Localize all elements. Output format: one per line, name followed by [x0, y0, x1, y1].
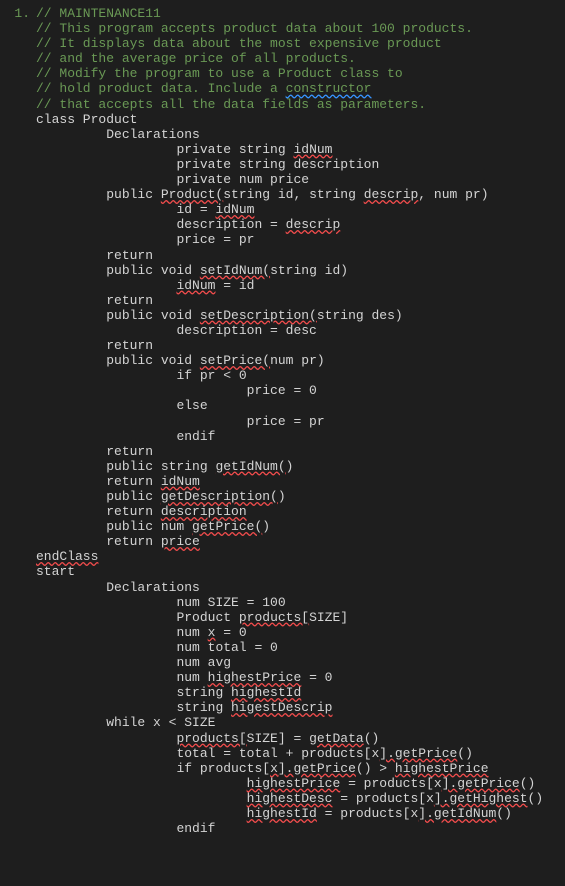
code-line: // hold product data. Include a construc… — [36, 81, 543, 96]
code-line: highestPrice = products[x].getPrice() — [36, 776, 543, 791]
code-line: price = pr — [36, 414, 543, 429]
code-line: private string description — [36, 157, 543, 172]
code-line: total = total + products[x].getPrice() — [36, 746, 543, 761]
code-line: public Product(string id, string descrip… — [36, 187, 543, 202]
code-line: return — [36, 338, 543, 353]
code-line: // that accepts all the data fields as p… — [36, 97, 543, 112]
code-line: class Product — [36, 112, 543, 127]
code-line: endClass — [36, 549, 543, 564]
code-line: return description — [36, 504, 543, 519]
code-line: // This program accepts product data abo… — [36, 21, 543, 36]
code-line: private string idNum — [36, 142, 543, 157]
code-line: public void setDescription(string des) — [36, 308, 543, 323]
line-number: 1. — [14, 6, 30, 21]
code-line: num avg — [36, 655, 543, 670]
code-line: price = 0 — [36, 383, 543, 398]
code-line: endif — [36, 821, 543, 836]
code-line: public string getIdNum() — [36, 459, 543, 474]
code-line: Product products[SIZE] — [36, 610, 543, 625]
code-line: if products[x].getPrice() > highestPrice — [36, 761, 543, 776]
code-line: else — [36, 398, 543, 413]
code-line: price = pr — [36, 232, 543, 247]
code-line: num total = 0 — [36, 640, 543, 655]
code-line: Declarations — [36, 127, 543, 142]
code-line: // Modify the program to use a Product c… — [36, 66, 543, 81]
code-line: public void setIdNum(string id) — [36, 263, 543, 278]
code-line: products[SIZE] = getData() — [36, 731, 543, 746]
code-line: num x = 0 — [36, 625, 543, 640]
code-line: public getDescription() — [36, 489, 543, 504]
code-line: return idNum — [36, 474, 543, 489]
code-content: // MAINTENANCE11// This program accepts … — [36, 6, 553, 836]
code-line: string higestDescrip — [36, 700, 543, 715]
code-line: num SIZE = 100 — [36, 595, 543, 610]
code-line: Declarations — [36, 580, 543, 595]
code-line: num highestPrice = 0 — [36, 670, 543, 685]
code-line: string highestId — [36, 685, 543, 700]
code-line: private num price — [36, 172, 543, 187]
code-line: return — [36, 293, 543, 308]
code-line: public void setPrice(num pr) — [36, 353, 543, 368]
code-line: // and the average price of all products… — [36, 51, 543, 66]
code-editor: 1. // MAINTENANCE11// This program accep… — [0, 0, 565, 842]
code-line: return price — [36, 534, 543, 549]
code-line: id = idNum — [36, 202, 543, 217]
code-line: return — [36, 444, 543, 459]
line-number-gutter: 1. — [0, 6, 36, 836]
code-line: description = desc — [36, 323, 543, 338]
code-line: highestId = products[x].getIdNum() — [36, 806, 543, 821]
code-line: description = descrip — [36, 217, 543, 232]
code-line: return — [36, 248, 543, 263]
code-line: idNum = id — [36, 278, 543, 293]
code-line: public num getPrice() — [36, 519, 543, 534]
code-line: start — [36, 564, 543, 579]
code-line: endif — [36, 429, 543, 444]
code-line: if pr < 0 — [36, 368, 543, 383]
code-line: highestDesc = products[x].getHighest() — [36, 791, 543, 806]
code-line: while x < SIZE — [36, 715, 543, 730]
code-line: // MAINTENANCE11 — [36, 6, 543, 21]
code-line: // It displays data about the most expen… — [36, 36, 543, 51]
